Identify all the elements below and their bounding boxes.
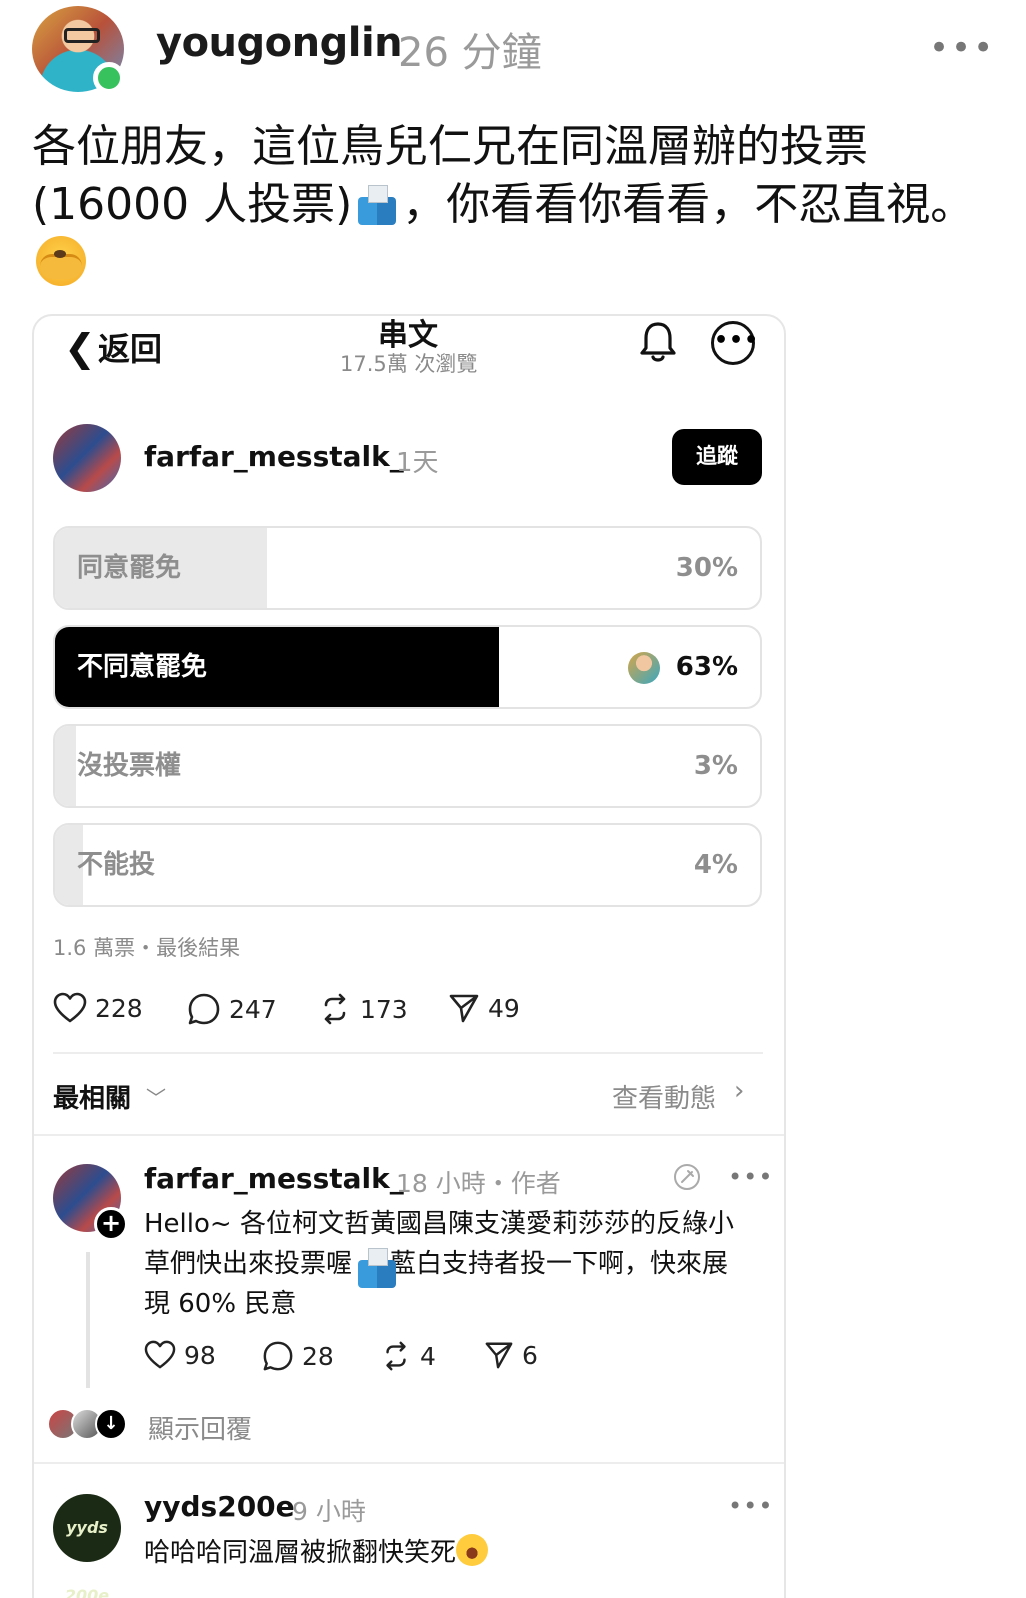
bell-icon[interactable] <box>638 320 678 364</box>
view-activity-link[interactable]: 查看動態 <box>612 1078 716 1115</box>
poll-option[interactable]: 同意罷免 30% <box>53 526 762 610</box>
author-username[interactable]: yougonglin <box>156 20 403 66</box>
arrow-down-icon: ↓ <box>95 1408 127 1440</box>
back-button[interactable]: 返回 <box>98 324 162 370</box>
chevron-down-icon[interactable]: ﹀ <box>146 1082 166 1111</box>
poll-option-label: 同意罷免 <box>77 553 182 583</box>
poll-option[interactable]: 不能投 4% <box>53 823 762 907</box>
heart-icon <box>53 992 87 1023</box>
comment-body: Hello~ 各位柯文哲黃國昌陳支漢愛莉莎莎的反綠小草們快出來投票喔 藍白支持者投… <box>144 1204 754 1324</box>
poster-avatar[interactable] <box>53 424 121 492</box>
share-count: 49 <box>488 993 520 1023</box>
poll-bar-fill <box>55 726 77 806</box>
send-icon <box>485 1342 513 1369</box>
comment-like-button[interactable]: 98 <box>144 1340 216 1370</box>
comment-timestamp: 9 小時 <box>292 1497 366 1526</box>
post-caption: 各位朋友，這位鳥兒仁兄在同溫層辦的投票 (16000 人投票) ，你看看你看看，不… <box>32 118 992 234</box>
thread-line <box>86 1252 90 1388</box>
poll-option-percent: 63% <box>675 652 738 682</box>
reply-avatars[interactable]: ↓ <box>47 1408 129 1442</box>
poll-option-percent: 30% <box>675 553 738 583</box>
laughing-face-icon <box>456 1534 489 1566</box>
poll-option-percent: 4% <box>693 850 738 880</box>
poll-option[interactable]: 不同意罷免 63% <box>53 625 762 709</box>
poll-option-label: 不能投 <box>77 850 156 880</box>
poster-username[interactable]: farfar_messtalk_ <box>144 440 404 473</box>
ballot-box-icon <box>354 185 400 225</box>
online-status-dot <box>93 62 125 94</box>
show-replies-link[interactable]: 顯示回覆 <box>148 1409 252 1446</box>
more-options-icon[interactable]: ••• <box>728 1163 773 1191</box>
like-button[interactable]: 228 <box>53 992 143 1024</box>
comment-body: 哈哈哈同溫層被掀翻快笑死 <box>144 1532 489 1569</box>
comment-like-count: 98 <box>184 1340 216 1370</box>
follow-button[interactable]: 追蹤 <box>672 429 762 485</box>
poster-timestamp: 1天 <box>396 448 439 478</box>
send-icon <box>449 994 479 1023</box>
commenter-username[interactable]: farfar_messtalk_ <box>144 1162 404 1195</box>
comment-bubble-icon <box>263 1341 293 1371</box>
face-with-peeking-eye-icon <box>36 236 86 286</box>
comment-reply-count: 28 <box>302 1341 334 1371</box>
chevron-right-icon[interactable]: › <box>734 1076 744 1106</box>
comment-button[interactable]: 247 <box>187 992 277 1026</box>
commenter-avatar[interactable]: yyds 200e <box>53 1494 121 1598</box>
back-chevron-icon[interactable]: ❮ <box>64 326 96 370</box>
plus-icon[interactable]: + <box>94 1207 128 1241</box>
comment-share-count: 6 <box>522 1340 538 1370</box>
more-options-icon[interactable]: ••• <box>728 1492 773 1520</box>
poll-option-percent: 3% <box>693 751 738 781</box>
comment-text: 哈哈哈同溫層被掀翻快笑死 <box>144 1538 457 1568</box>
divider <box>34 1462 784 1464</box>
comment-share-button[interactable]: 6 <box>484 1340 538 1370</box>
poll-option[interactable]: 沒投票權 3% <box>53 724 762 808</box>
sort-dropdown[interactable]: 最相關 <box>53 1078 131 1115</box>
divider <box>34 1134 784 1136</box>
poll-option-label: 沒投票權 <box>77 751 182 781</box>
repost-button[interactable]: 173 <box>318 992 408 1026</box>
repost-icon <box>324 993 346 1025</box>
ballot-box-icon <box>354 1248 397 1288</box>
commenter-username[interactable]: yyds200e <box>144 1490 295 1523</box>
poll-results-meta: 1.6 萬票・最後結果 <box>53 936 241 960</box>
like-count: 228 <box>95 993 143 1023</box>
poll-option-label: 不同意罷免 <box>77 652 208 682</box>
repost-count: 173 <box>360 994 408 1024</box>
divider <box>53 1052 763 1054</box>
more-options-circle-icon[interactable]: ••• <box>711 321 758 365</box>
comment-reply-button[interactable]: 28 <box>262 1340 334 1372</box>
comment-repost-count: 4 <box>420 1341 436 1371</box>
comment-bubble-icon <box>188 993 220 1025</box>
share-button[interactable]: 49 <box>448 992 520 1024</box>
comment-count: 247 <box>229 994 277 1024</box>
voter-avatar <box>628 652 660 684</box>
comment-repost-button[interactable]: 4 <box>380 1340 436 1372</box>
more-options-icon[interactable]: ••• <box>929 28 995 68</box>
post-timestamp: 26 分鐘 <box>398 30 542 76</box>
pin-icon[interactable] <box>672 1162 702 1192</box>
comment-timestamp: 18 小時・作者 <box>396 1169 561 1198</box>
repost-icon <box>386 1341 406 1371</box>
heart-icon <box>144 1340 176 1369</box>
view-count: 17.5萬 次瀏覽 <box>340 352 478 376</box>
caption-tail-text: ，你看看你看看，不忍直視。 <box>402 179 975 230</box>
